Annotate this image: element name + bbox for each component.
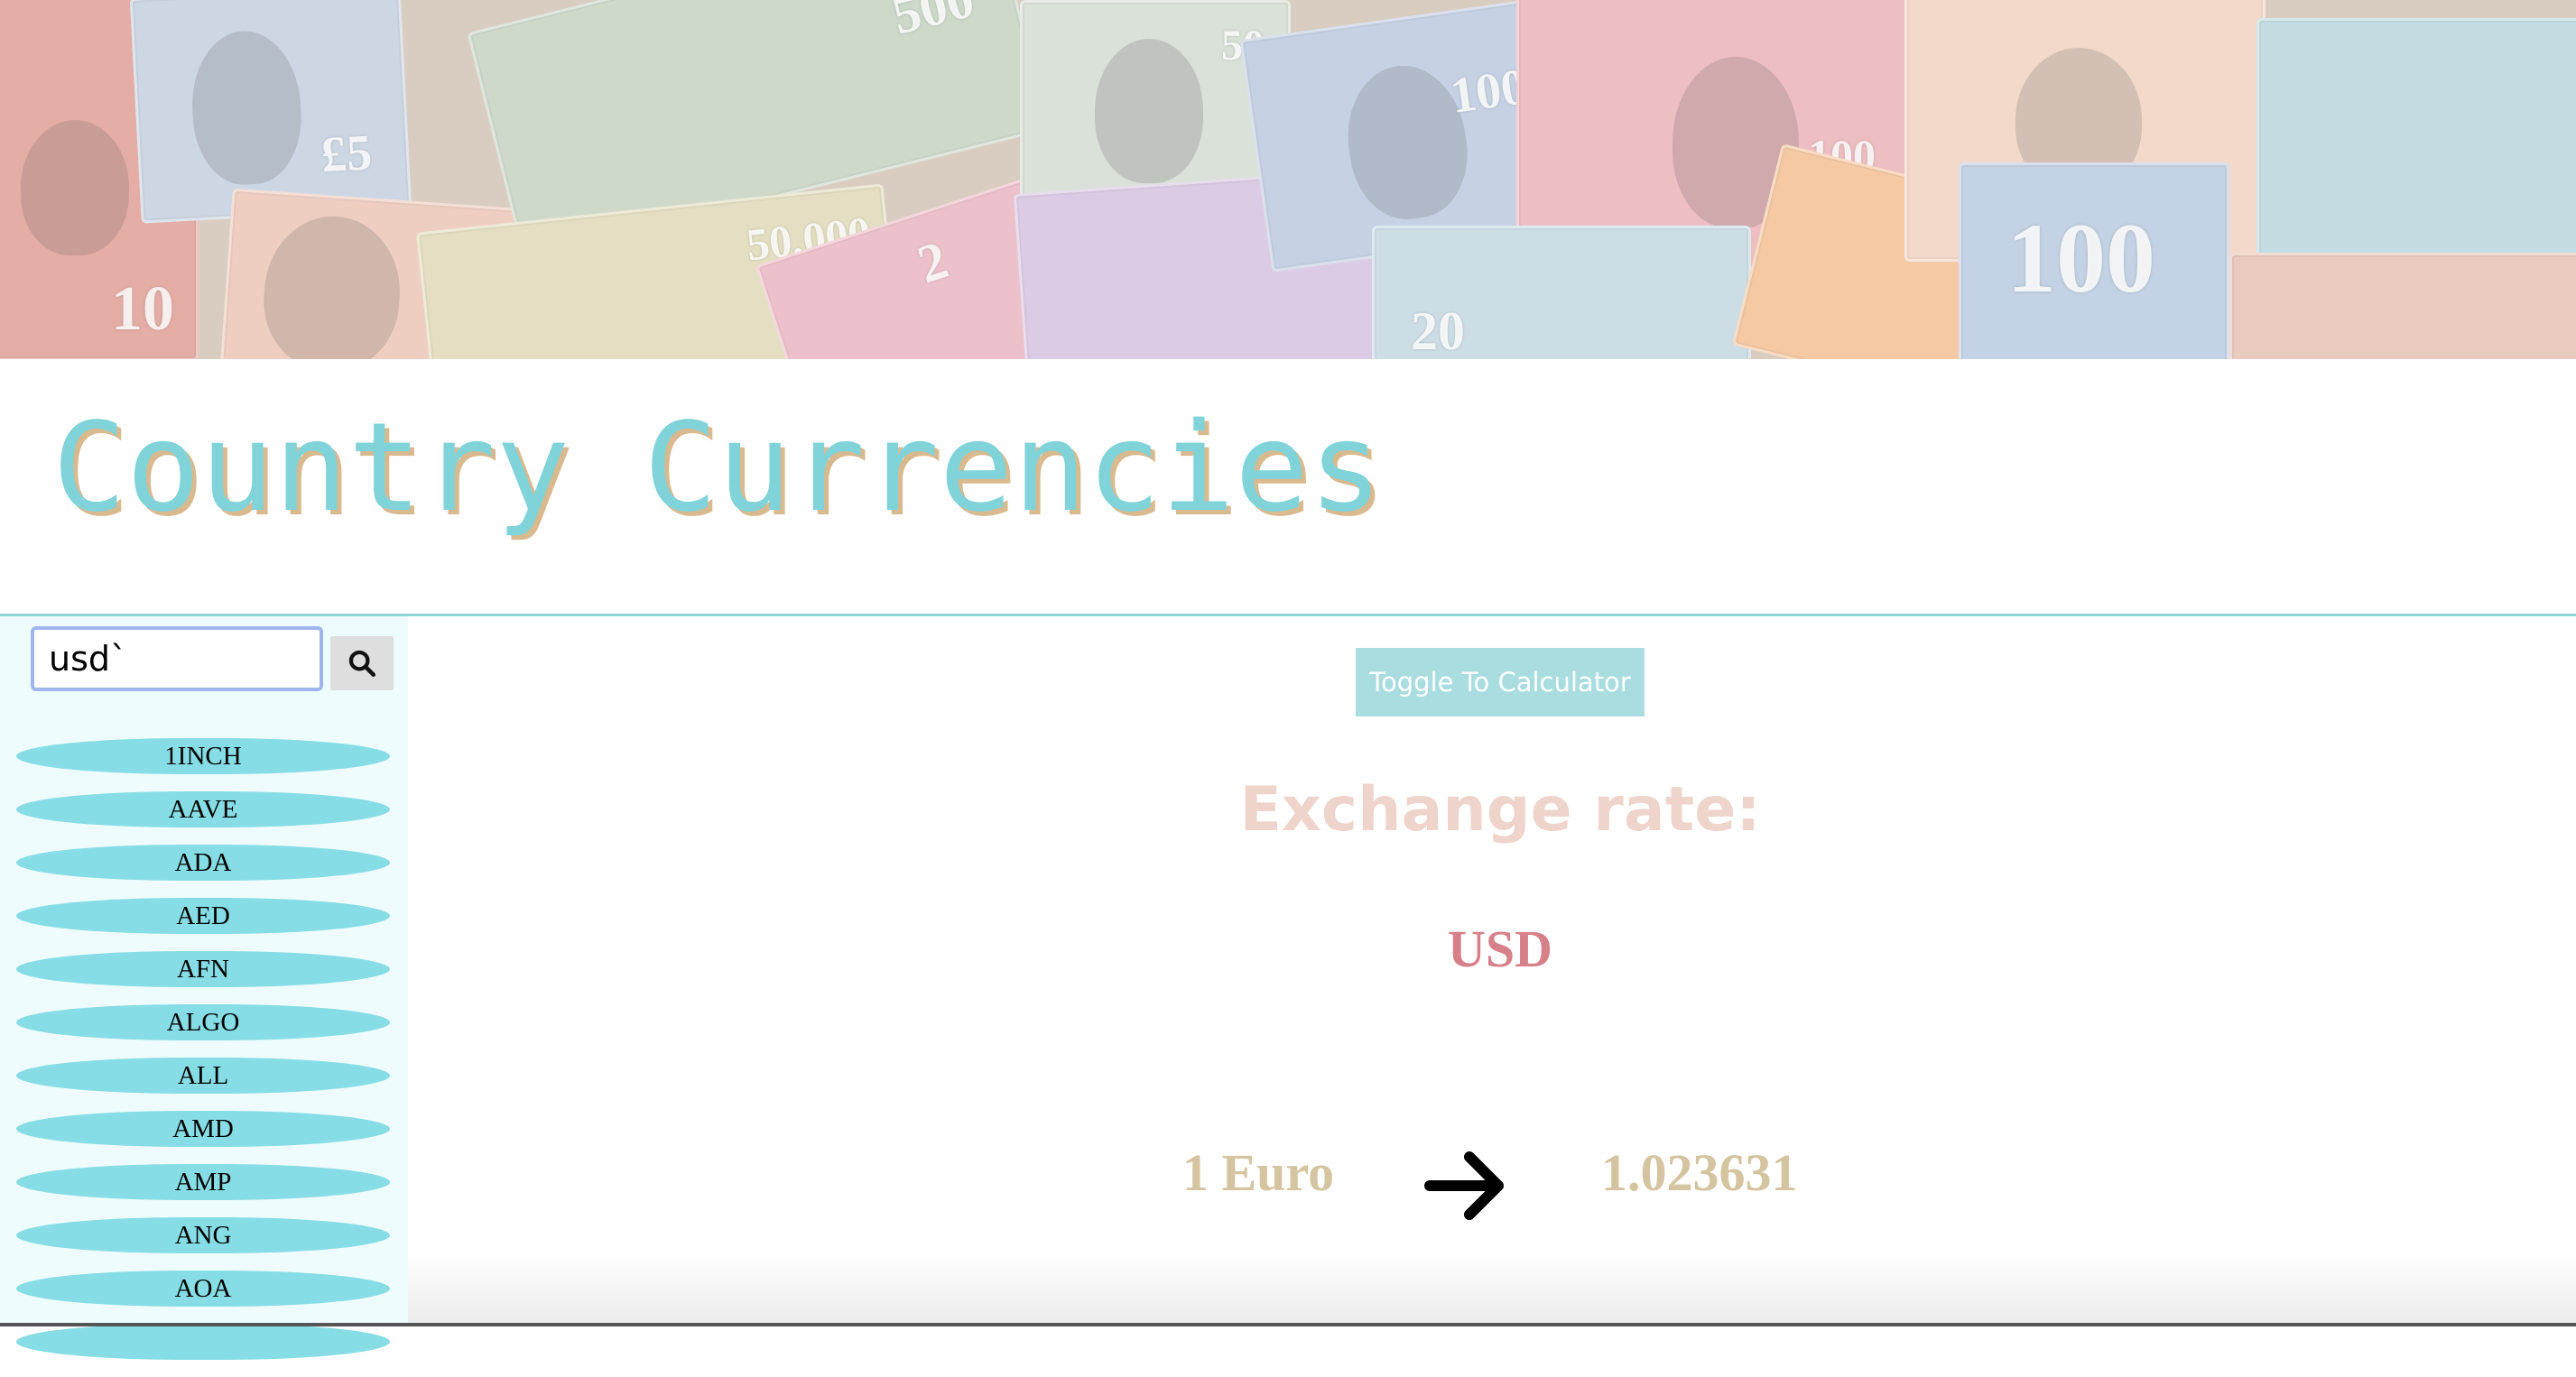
banknote: £5 [129, 0, 412, 224]
currency-item[interactable]: AMP [16, 1164, 390, 1200]
currency-banner-image: 10 £5 500 50,000 2 50 1000 100 20 100 [0, 0, 2576, 359]
exchange-rate-heading: Exchange rate: [1239, 774, 1761, 846]
bottom-scroll-fade [408, 1254, 2576, 1326]
currency-item[interactable]: AMD [16, 1111, 390, 1147]
banknote-denomination: 10 [111, 274, 174, 344]
currency-item[interactable]: AED [16, 898, 390, 934]
currency-item[interactable]: ANG [16, 1217, 390, 1253]
search-input[interactable] [31, 626, 323, 691]
currency-item[interactable]: ADA [16, 845, 390, 881]
banknote-denomination: 500 [886, 0, 980, 46]
search-icon [348, 650, 376, 678]
page-title: Country Currencies [52, 397, 1383, 540]
search-button[interactable] [330, 636, 394, 690]
banknote [2256, 18, 2576, 280]
currency-list: 1INCH AAVE ADA AED AFN ALGO ALL AMD AMP … [16, 738, 390, 1377]
currency-item[interactable] [16, 1324, 390, 1360]
rate-from-label: 1 Euro [1182, 1143, 1335, 1202]
banknote [2229, 253, 2576, 359]
currency-item[interactable]: ALGO [16, 1004, 390, 1040]
window-bottom-edge [0, 1323, 2576, 1326]
banknote: 20 [1372, 226, 1751, 359]
currency-item[interactable]: ALL [16, 1058, 390, 1094]
currency-item[interactable]: AOA [16, 1271, 390, 1307]
banknote: 100 [1959, 162, 2229, 359]
arrow-right-icon [1424, 1151, 1504, 1220]
toggle-calculator-button[interactable]: Toggle To Calculator [1356, 648, 1645, 716]
exchange-rate-value: 1.023631 [1601, 1143, 1798, 1202]
currency-item[interactable]: 1INCH [16, 738, 390, 774]
banknote-denomination: £5 [320, 125, 374, 184]
currency-item[interactable]: AFN [16, 951, 390, 987]
banknote-denomination: 20 [1411, 301, 1465, 359]
banknote-denomination: 2 [910, 229, 955, 295]
currency-item[interactable]: AAVE [16, 791, 390, 827]
base-currency-code: USD [1447, 920, 1553, 978]
banknote-denomination: 100 [2006, 203, 2155, 313]
